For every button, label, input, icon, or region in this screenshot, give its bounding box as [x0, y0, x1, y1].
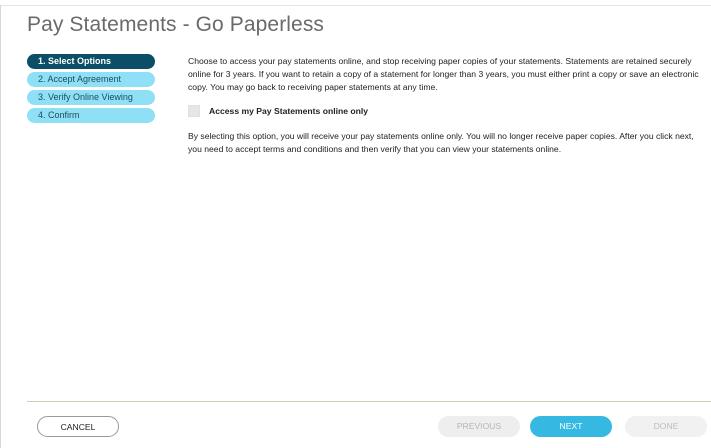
step-confirm[interactable]: 4. Confirm: [27, 108, 155, 123]
cancel-button[interactable]: CANCEL: [37, 416, 119, 437]
detail-line: you need to accept terms and conditions …: [188, 144, 562, 154]
paperless-option-label[interactable]: Access my Pay Statements online only: [209, 106, 368, 116]
footer-divider: [27, 401, 711, 402]
option-detail-text: By selecting this option, you will recei…: [188, 130, 694, 156]
detail-line: By selecting this option, you will recei…: [188, 131, 694, 141]
left-border: [0, 5, 1, 448]
pay-statements-page: Pay Statements - Go Paperless 1. Select …: [0, 0, 711, 448]
next-button[interactable]: NEXT: [530, 416, 612, 437]
top-divider: [0, 5, 711, 6]
intro-line: online for 3 years. If you want to retai…: [188, 69, 699, 79]
main-content: Choose to access your pay statements onl…: [188, 55, 711, 154]
page-title: Pay Statements - Go Paperless: [27, 13, 325, 36]
paperless-checkbox[interactable]: [188, 104, 200, 117]
step-select-options[interactable]: 1. Select Options: [27, 54, 155, 69]
intro-text: Choose to access your pay statements onl…: [188, 55, 711, 94]
intro-line: copy. You may go back to receiving paper…: [188, 82, 438, 92]
paperless-option-row[interactable]: Access my Pay Statements online only: [188, 104, 368, 117]
step-navigation: 1. Select Options 2. Accept Agreement 3.…: [27, 54, 155, 126]
step-verify-online-viewing[interactable]: 3. Verify Online Viewing: [27, 90, 155, 105]
intro-line: Choose to access your pay statements onl…: [188, 56, 692, 66]
previous-button[interactable]: PREVIOUS: [438, 416, 520, 437]
done-button[interactable]: DONE: [625, 416, 707, 437]
step-accept-agreement[interactable]: 2. Accept Agreement: [27, 72, 155, 87]
